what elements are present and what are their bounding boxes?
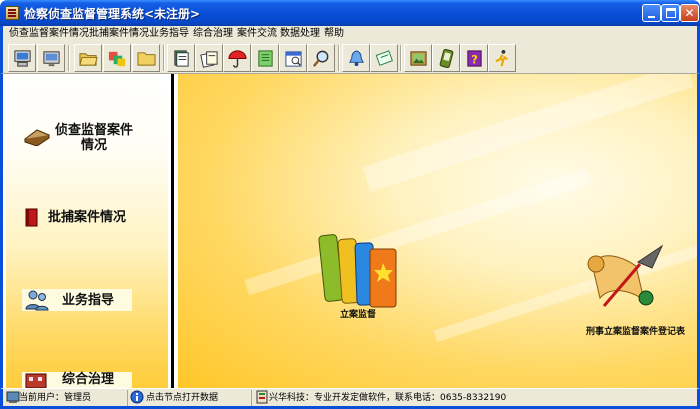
search-button[interactable] — [307, 44, 335, 72]
status-current-user: 当前用户：管理员 — [19, 393, 92, 403]
open-folder-button[interactable] — [74, 44, 102, 72]
umbrella-icon — [228, 50, 247, 68]
transfer-button[interactable] — [103, 44, 131, 72]
criminal-register-shortcut[interactable]: 刑事立案监督案件登记表 — [576, 244, 696, 344]
app-icon[interactable] — [5, 6, 19, 20]
search-icon — [312, 50, 329, 67]
computer-icon — [14, 50, 31, 67]
open-folder-icon — [79, 53, 98, 66]
info-icon — [130, 390, 144, 404]
minimize-button[interactable] — [642, 4, 661, 22]
svg-text:?: ? — [471, 52, 478, 66]
filing-supervision-label: 立案监督 — [340, 310, 377, 320]
menu-data[interactable]: 数据处理 — [280, 27, 320, 41]
notebook-icon — [258, 50, 273, 67]
note-icon — [375, 50, 393, 66]
maximize-icon — [666, 8, 676, 18]
status-hint: 点击节点打开数据 — [146, 393, 219, 403]
close-icon: ✕ — [684, 6, 695, 20]
content-area: 侦查监督案件情况 批捕案件情况 业务指导 综合治理 立案监督 刑事立案监督案件登… — [0, 74, 700, 388]
monitor-button[interactable] — [37, 44, 65, 72]
help-book-icon: ? — [467, 50, 482, 67]
menu-case-status[interactable]: 侦查监督案件情况 — [9, 27, 89, 41]
toolbar: ? — [0, 42, 700, 74]
book-icon — [24, 129, 50, 146]
user-icon — [6, 391, 20, 403]
nav-guidance[interactable]: 业务指导 — [6, 286, 168, 314]
bell-icon — [349, 50, 364, 67]
navigation-pane: 侦查监督案件情况 批捕案件情况 业务指导 综合治理 — [6, 74, 168, 388]
toolbar-separator — [338, 45, 340, 71]
menu-exchange[interactable]: 案件交流 — [237, 27, 277, 41]
background-streak — [244, 168, 592, 296]
maximize-button[interactable] — [661, 4, 680, 22]
status-bar: 当前用户：管理员 点击节点打开数据 兴华科技：专业开发定做软件，联系电话：063… — [0, 388, 700, 409]
pane-splitter[interactable] — [168, 74, 178, 388]
nav-arrest[interactable]: 批捕案件情况 — [6, 204, 168, 230]
menu-help[interactable]: 帮助 — [324, 27, 344, 41]
pda-icon — [439, 49, 454, 68]
nav-case-status[interactable]: 侦查监督案件情况 — [6, 116, 168, 160]
background-streak — [362, 74, 694, 192]
toolbar-separator — [68, 45, 70, 71]
minimize-icon — [648, 16, 655, 18]
close-button[interactable]: ✕ — [680, 4, 699, 22]
nav-arrest-label: 批捕案件情况 — [48, 210, 127, 225]
status-divider — [127, 390, 128, 406]
picture-button[interactable] — [404, 44, 432, 72]
scroll-icon — [587, 244, 664, 307]
note-button[interactable] — [370, 44, 398, 72]
exit-icon — [495, 49, 508, 67]
books-icon — [318, 234, 397, 308]
papers-icon — [200, 51, 218, 68]
nav-governance[interactable]: 综合治理 — [6, 368, 168, 388]
menu-arrest[interactable]: 批捕案件情况 — [89, 27, 149, 41]
toolbar-separator — [163, 45, 165, 71]
building-icon — [25, 373, 47, 388]
desktop-pane: 立案监督 刑事立案监督案件登记表 — [178, 74, 697, 388]
filing-supervision-shortcut[interactable]: 立案监督 — [308, 229, 408, 334]
notebook-button[interactable] — [251, 44, 279, 72]
menu-guidance[interactable]: 业务指导 — [149, 27, 189, 41]
bell-button[interactable] — [342, 44, 370, 72]
documents-button[interactable] — [167, 44, 195, 72]
folder-icon — [137, 52, 156, 66]
toolbar-separator — [400, 45, 402, 71]
nav-governance-label: 综合治理 — [62, 372, 115, 387]
umbrella-button[interactable] — [223, 44, 251, 72]
red-book-icon — [25, 208, 38, 227]
calendar-button[interactable] — [279, 44, 307, 72]
title-bar[interactable]: 检察侦查监督管理系统<未注册> ✕ — [0, 0, 700, 26]
pda-button[interactable] — [432, 44, 460, 72]
calendar-icon — [285, 51, 302, 67]
status-company: 兴华科技：专业开发定做软件，联系电话：0635-8332190 — [269, 393, 507, 403]
window-title: 检察侦查监督管理系统<未注册> — [24, 7, 201, 21]
status-divider — [251, 390, 252, 406]
folder-button[interactable] — [132, 44, 160, 72]
criminal-register-label: 刑事立案监督案件登记表 — [586, 327, 686, 337]
monitor-icon — [43, 51, 60, 67]
picture-icon — [410, 51, 427, 66]
nav-case-status-label: 侦查监督案件情况 — [54, 123, 133, 153]
company-icon — [256, 390, 268, 404]
transfer-icon — [108, 51, 126, 67]
help-book-button[interactable]: ? — [460, 44, 488, 72]
nav-guidance-label: 业务指导 — [62, 293, 115, 308]
menu-governance[interactable]: 综合治理 — [193, 27, 233, 41]
computer-button[interactable] — [8, 44, 36, 72]
exit-button[interactable] — [488, 44, 516, 72]
menu-bar: 侦查监督案件情况 批捕案件情况 业务指导 综合治理 案件交流 数据处理 帮助 — [0, 26, 700, 42]
papers-button[interactable] — [195, 44, 223, 72]
people-icon — [25, 290, 49, 311]
documents-icon — [174, 50, 189, 67]
